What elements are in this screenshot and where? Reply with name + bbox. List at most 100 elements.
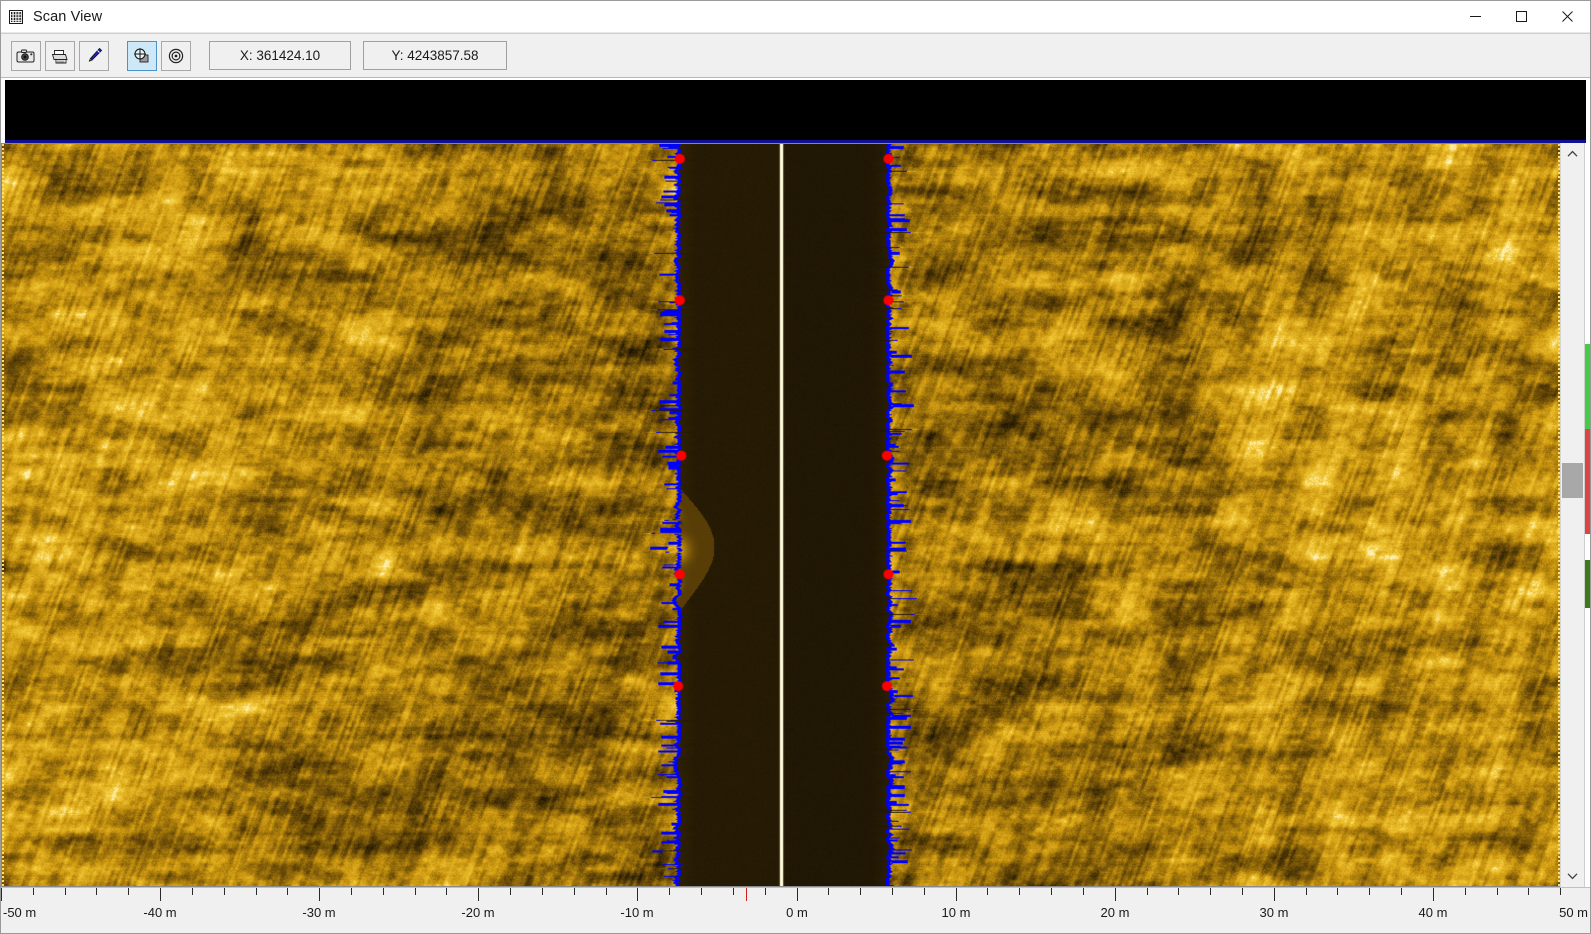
ruler-minor-tick <box>192 888 193 895</box>
header-band-wrapper <box>1 78 1590 143</box>
ruler-minor-tick <box>701 888 702 895</box>
ruler-minor-tick <box>1369 888 1370 895</box>
scroll-up-button[interactable] <box>1561 143 1584 165</box>
sonar-waterfall-view[interactable] <box>1 143 1560 887</box>
toolbar-group-file <box>11 41 113 71</box>
minimize-icon <box>1470 11 1481 22</box>
ruler-label: -30 m <box>302 905 335 920</box>
ruler-minor-tick <box>1051 888 1052 895</box>
pan-move-icon <box>132 47 152 65</box>
event-mark-red <box>1585 429 1591 533</box>
ruler-minor-tick <box>1560 888 1561 895</box>
maximize-button[interactable] <box>1498 1 1544 32</box>
water-column-header-band <box>5 80 1586 143</box>
ruler-minor-tick <box>1083 888 1084 895</box>
scroll-down-button[interactable] <box>1561 865 1584 887</box>
ruler-minor-tick <box>1401 888 1402 895</box>
pan-tool-button[interactable] <box>127 41 157 71</box>
ruler-minor-tick <box>987 888 988 895</box>
toolbar: X: 361424.10 Y: 4243857.58 <box>1 33 1590 78</box>
ruler-minor-tick <box>351 888 352 895</box>
ruler-minor-tick <box>606 888 607 895</box>
ruler-label: 10 m <box>942 905 971 920</box>
ruler-minor-tick <box>1306 888 1307 895</box>
window-title: Scan View <box>33 9 102 25</box>
close-button[interactable] <box>1544 1 1590 32</box>
ruler-major-tick <box>1115 888 1116 901</box>
chevron-up-icon <box>1567 150 1578 158</box>
ruler-label: -10 m <box>620 905 653 920</box>
minimize-button[interactable] <box>1452 1 1498 32</box>
close-icon <box>1562 11 1573 22</box>
scan-view-window: Scan View <box>0 0 1591 934</box>
chevron-down-icon <box>1567 872 1578 880</box>
annotate-button[interactable] <box>79 41 109 71</box>
window-controls <box>1452 1 1590 32</box>
ruler-minor-tick <box>96 888 97 895</box>
ruler-minor-tick <box>574 888 575 895</box>
ruler-minor-tick <box>446 888 447 895</box>
ruler-cursor-tick <box>746 888 747 901</box>
scan-row <box>1 143 1590 887</box>
ruler-label: 20 m <box>1101 905 1130 920</box>
coordinate-x-field: X: 361424.10 <box>209 41 351 70</box>
ruler-minor-tick <box>1147 888 1148 895</box>
printer-icon <box>50 47 70 65</box>
ruler-minor-tick <box>287 888 288 895</box>
ruler-label: -50 m <box>3 905 36 920</box>
ruler-major-tick <box>956 888 957 901</box>
coordinate-y-field: Y: 4243857.58 <box>363 41 507 70</box>
ruler-minor-tick <box>828 888 829 895</box>
scan-panel: -50 m -40 m -30 m -20 m -10 m 0 m 10 m 20 m 30 m… <box>1 78 1590 933</box>
ruler-minor-tick <box>33 888 34 895</box>
event-mark-gutter <box>1584 143 1590 887</box>
ruler-minor-tick <box>1465 888 1466 895</box>
pen-icon <box>84 47 104 65</box>
ruler-minor-tick <box>1178 888 1179 895</box>
scan-grid-icon <box>9 9 25 25</box>
event-mark-green-lower <box>1585 560 1591 608</box>
event-mark-green-upper <box>1585 344 1591 430</box>
ruler-minor-tick <box>65 888 66 895</box>
ruler-major-tick <box>160 888 161 901</box>
ruler-minor-tick <box>1528 888 1529 895</box>
ruler-minor-tick <box>1019 888 1020 895</box>
ruler-minor-tick <box>1497 888 1498 895</box>
sonar-waterfall-canvas[interactable] <box>2 144 1560 886</box>
target-icon <box>166 47 186 65</box>
ruler-minor-tick <box>1242 888 1243 895</box>
target-tool-button[interactable] <box>161 41 191 71</box>
ruler-label: -20 m <box>461 905 494 920</box>
ruler-minor-tick <box>892 888 893 895</box>
ruler-label: 40 m <box>1419 905 1448 920</box>
ruler-major-tick <box>797 888 798 901</box>
ruler-label: 30 m <box>1260 905 1289 920</box>
print-button[interactable] <box>45 41 75 71</box>
snapshot-button[interactable] <box>11 41 41 71</box>
scrollbar-track[interactable] <box>1561 165 1584 865</box>
ruler-minor-tick <box>128 888 129 895</box>
toolbar-group-tools <box>127 41 195 71</box>
ruler-minor-tick <box>510 888 511 895</box>
ruler-minor-tick <box>1337 888 1338 895</box>
vertical-scrollbar[interactable] <box>1560 143 1584 887</box>
ruler-minor-tick <box>224 888 225 895</box>
ruler-minor-tick <box>256 888 257 895</box>
ruler-minor-tick <box>669 888 670 895</box>
ruler-minor-tick <box>415 888 416 895</box>
title-bar: Scan View <box>1 1 1590 33</box>
ruler-major-tick <box>1433 888 1434 901</box>
ruler-minor-tick <box>860 888 861 895</box>
range-ruler[interactable]: -50 m -40 m -30 m -20 m -10 m 0 m 10 m 20 m 30 m… <box>1 887 1590 933</box>
camera-icon <box>16 47 36 65</box>
ruler-label: 0 m <box>786 905 808 920</box>
ruler-minor-tick <box>924 888 925 895</box>
ruler-label: -40 m <box>143 905 176 920</box>
ruler-major-tick <box>478 888 479 901</box>
maximize-icon <box>1516 11 1527 22</box>
scrollbar-thumb[interactable] <box>1562 463 1583 498</box>
ruler-major-tick <box>1 888 2 901</box>
ruler-major-tick <box>1274 888 1275 901</box>
ruler-minor-tick <box>542 888 543 895</box>
ruler-major-tick <box>319 888 320 901</box>
